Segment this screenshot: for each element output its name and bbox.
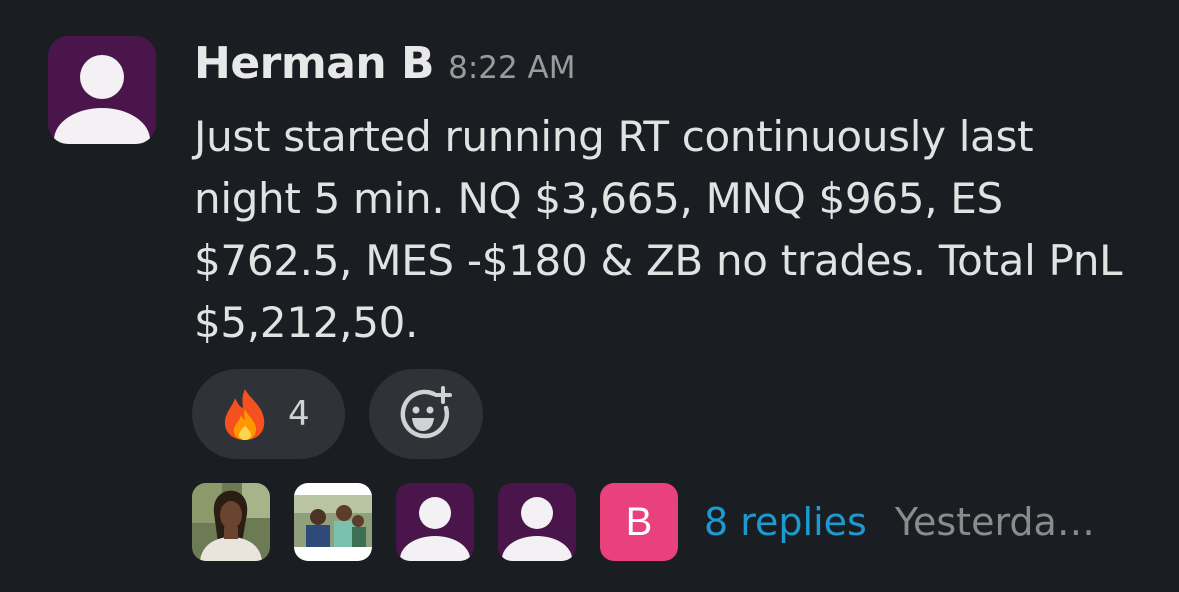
participant-avatar-4[interactable] bbox=[498, 483, 576, 561]
user-photo-2 bbox=[294, 483, 372, 561]
message-timestamp[interactable]: 8:22 AM bbox=[448, 50, 575, 86]
default-user-icon bbox=[502, 497, 572, 561]
add-emoji-icon bbox=[400, 386, 452, 439]
participant-avatar-1[interactable] bbox=[192, 483, 270, 561]
message-header: Herman B 8:22 AM bbox=[194, 38, 576, 89]
participant-avatar-2[interactable] bbox=[294, 483, 372, 561]
reactions-bar: 4 bbox=[192, 369, 483, 459]
add-reaction-button[interactable] bbox=[369, 369, 483, 459]
fire-icon bbox=[224, 389, 265, 440]
default-user-icon bbox=[54, 55, 150, 144]
message-text: Just started running RT continuously las… bbox=[194, 112, 1123, 347]
participant-avatar-3[interactable] bbox=[396, 483, 474, 561]
reaction-fire[interactable]: 4 bbox=[192, 369, 345, 459]
participant-avatar-5[interactable]: B bbox=[600, 483, 678, 561]
message-container: Herman B 8:22 AM Just started running RT… bbox=[0, 0, 1179, 592]
last-reply-time: Yesterda… bbox=[894, 500, 1095, 544]
avatar-initial: B bbox=[625, 499, 653, 544]
reaction-count: 4 bbox=[288, 394, 310, 434]
replies-link[interactable]: 8 replies bbox=[704, 500, 867, 544]
sender-name[interactable]: Herman B bbox=[194, 38, 435, 89]
sender-avatar[interactable] bbox=[48, 36, 156, 144]
thread-summary[interactable]: B 8 replies Yesterda… bbox=[192, 483, 1095, 561]
default-user-icon bbox=[400, 497, 470, 561]
user-photo-1 bbox=[192, 483, 270, 561]
